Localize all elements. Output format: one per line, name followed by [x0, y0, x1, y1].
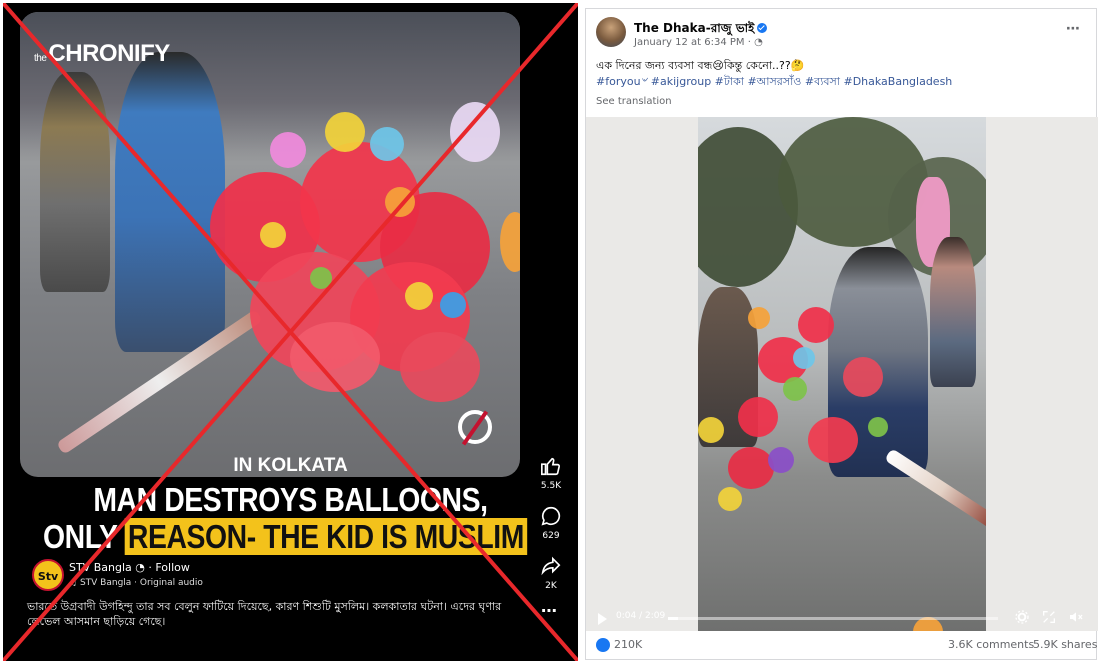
post-date-text: January 12 at 6:34 PM ·: [634, 37, 751, 48]
balloon: [370, 127, 404, 161]
share-icon: [541, 556, 561, 576]
balloon: [798, 307, 834, 343]
balloon: [450, 102, 500, 162]
comment-count: 629: [542, 531, 560, 541]
share-count[interactable]: 5.9K shares: [1033, 638, 1097, 651]
play-icon[interactable]: [598, 613, 607, 625]
music-note-icon: ♫: [69, 578, 78, 588]
fullscreen-icon[interactable]: [1041, 609, 1057, 625]
balloon: [698, 417, 724, 443]
brand-name: CHRONIFY: [48, 40, 170, 67]
headline-line2-start: ONLY: [43, 518, 125, 555]
stick: [884, 448, 986, 531]
reaction-count[interactable]: 210K: [614, 638, 642, 651]
video-time: 0:04 / 2:09: [616, 611, 666, 621]
facebook-post: The Dhaka-রাজু ভাই January 12 at 6:34 PM…: [585, 8, 1098, 660]
balloon: [440, 292, 466, 318]
balloon: [728, 447, 774, 489]
reel-video[interactable]: theCHRONIFY: [20, 12, 520, 477]
balloon: [325, 112, 365, 152]
account-avatar[interactable]: Stv: [32, 559, 64, 591]
thumbs-up-icon: [541, 457, 561, 476]
page-name[interactable]: The Dhaka-রাজু ভাই: [634, 21, 754, 35]
balloon: [718, 487, 742, 511]
comment-icon: [541, 506, 561, 526]
see-translation-link[interactable]: See translation: [596, 96, 672, 107]
like-action[interactable]: 5.5K: [533, 455, 569, 491]
page-avatar[interactable]: [596, 17, 626, 47]
video-progress-fill: [668, 617, 678, 620]
like-count: 5.5K: [540, 481, 562, 491]
balloon: [808, 417, 858, 463]
balloon: [843, 357, 883, 397]
balloon: [738, 397, 778, 437]
brand-prefix: the: [34, 53, 47, 64]
chronify-logo: theCHRONIFY: [34, 40, 170, 68]
video-place-caption: IN KOLKATA: [233, 455, 348, 476]
bystander-right: [930, 237, 976, 387]
share-action[interactable]: 2K: [533, 555, 569, 591]
more-options-icon[interactable]: ⋯: [1066, 21, 1080, 37]
man-figure: [115, 52, 225, 352]
balloon: [270, 132, 306, 168]
post-date[interactable]: January 12 at 6:34 PM · ◔: [634, 37, 763, 48]
balloon: [768, 447, 794, 473]
mute-speaker-icon[interactable]: [1068, 609, 1084, 625]
post-video[interactable]: 0:04 / 2:09: [586, 117, 1098, 631]
video-frame: [698, 117, 986, 631]
verified-badge-icon: [757, 23, 768, 33]
left-reel-screenshot: theCHRONIFY IN KOLKATA MAN DESTROYS BALL…: [3, 3, 578, 661]
balloon: [783, 377, 807, 401]
comment-action[interactable]: 629: [533, 505, 569, 541]
balloon: [793, 347, 815, 369]
more-options-icon[interactable]: ⋯: [541, 601, 557, 620]
follow-link[interactable]: · Follow: [148, 561, 190, 574]
bystander-figure: [40, 72, 110, 292]
balloon: [385, 187, 415, 217]
post-footer: 210K 3.6K comments 5.9K shares: [586, 634, 1098, 660]
comment-count[interactable]: 3.6K comments: [948, 638, 1034, 651]
balloon: [868, 417, 888, 437]
balloon: [400, 332, 480, 402]
globe-icon: ◔: [135, 561, 145, 574]
balloon: [260, 222, 286, 248]
balloon: [748, 307, 770, 329]
account-name[interactable]: STV Bangla: [69, 561, 132, 574]
post-hashtags[interactable]: #foryou৺ #akijgroup #টাকা #আসরসাঁও #ব্যব…: [596, 73, 952, 92]
video-progress-bar[interactable]: [668, 617, 998, 620]
balloon: [310, 267, 332, 289]
settings-gear-icon[interactable]: [1014, 609, 1030, 625]
balloon: [290, 322, 380, 392]
share-count: 2K: [545, 581, 557, 591]
reel-caption: ভারতে উগ্রবাদী উগহিন্দু তার সব বেলুন ফাট…: [27, 600, 502, 628]
audio-row[interactable]: ♫ STV Bangla · Original audio: [69, 578, 203, 588]
video-controls: 0:04 / 2:09: [586, 605, 1098, 631]
like-reaction-icon[interactable]: [596, 638, 610, 652]
headline-line1: MAN DESTROYS BALLOONS,: [93, 481, 488, 518]
balloon: [500, 212, 520, 272]
headline-line2: ONLY REASON- THE KID IS MUSLIM: [43, 518, 528, 556]
globe-icon: ◔: [754, 37, 763, 48]
no-sign-icon: [458, 410, 492, 444]
audio-label: STV Bangla · Original audio: [79, 578, 203, 588]
headline-highlight: REASON- THE KID IS MUSLIM: [124, 518, 528, 555]
balloon: [405, 282, 433, 310]
account-row: STV Bangla ◔ · Follow: [69, 561, 190, 574]
